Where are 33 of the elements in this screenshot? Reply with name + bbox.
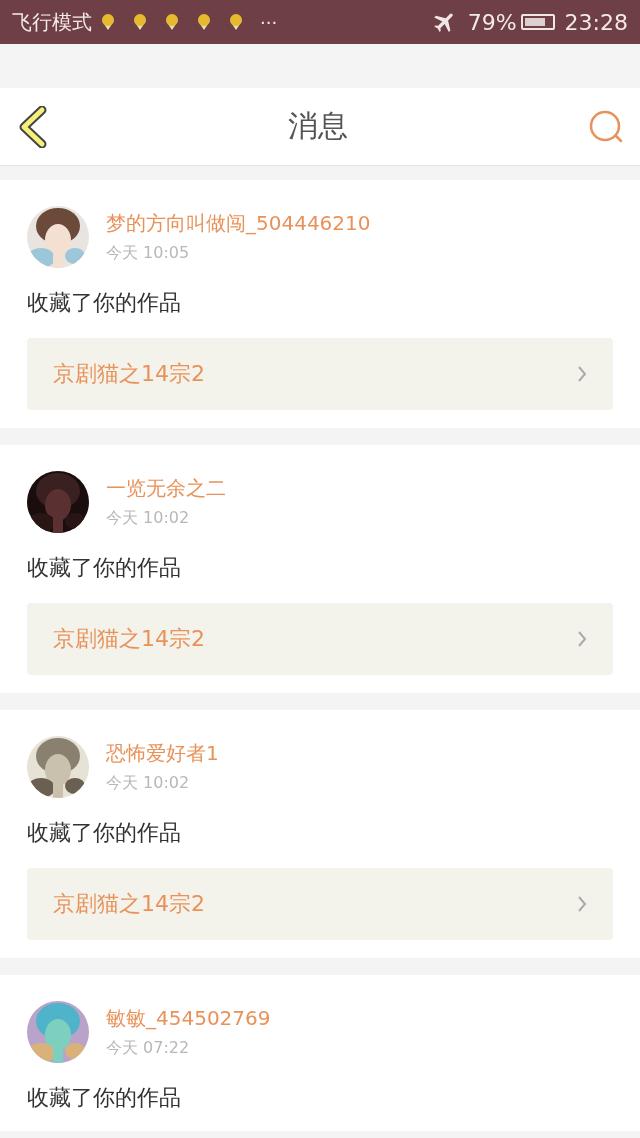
message-time: 今天 07:22 [106, 1038, 191, 1059]
user-name[interactable]: 恐怖爱好者1 [106, 740, 219, 767]
user-name[interactable]: 梦的方向叫做闯_504446210 [106, 210, 371, 237]
notification-icon [132, 13, 148, 31]
work-title: 京剧猫之14宗2 [53, 890, 205, 918]
overflow-indicator: ··· [260, 11, 278, 33]
message-time: 今天 10:02 [106, 508, 191, 529]
message-text: 收藏了你的作品 [27, 819, 182, 847]
work-link[interactable]: 京剧猫之14宗2 [27, 868, 613, 940]
message-time: 今天 10:05 [106, 243, 191, 264]
chevron-icon [577, 630, 587, 648]
notification-icon [100, 13, 116, 31]
message-time: 今天 10:02 [106, 773, 191, 794]
chevron-icon [577, 895, 587, 913]
battery-icon [520, 14, 555, 30]
user-name[interactable]: 敏敏_454502769 [106, 1005, 271, 1032]
user-name[interactable]: 一览无余之二 [106, 475, 226, 502]
status-text: 飞行模式 [12, 8, 92, 36]
notification-icon [228, 13, 244, 31]
message-text: 收藏了你的作品 [27, 554, 182, 582]
page-title: 消息 [288, 107, 348, 145]
notification-icon [196, 13, 212, 31]
battery-percent: 79% [467, 9, 517, 35]
back-icon[interactable] [18, 105, 48, 148]
notification-icon [164, 13, 180, 31]
work-title: 京剧猫之14宗2 [53, 360, 205, 388]
work-title: 京剧猫之14宗2 [53, 625, 205, 653]
clock: 23:28 [564, 9, 628, 35]
work-link[interactable]: 京剧猫之14宗2 [27, 338, 613, 410]
message-text: 收藏了你的作品 [27, 289, 182, 317]
message-text: 收藏了你的作品 [27, 1084, 182, 1112]
work-link[interactable]: 京剧猫之14宗2 [27, 603, 613, 675]
chevron-icon [577, 365, 587, 383]
